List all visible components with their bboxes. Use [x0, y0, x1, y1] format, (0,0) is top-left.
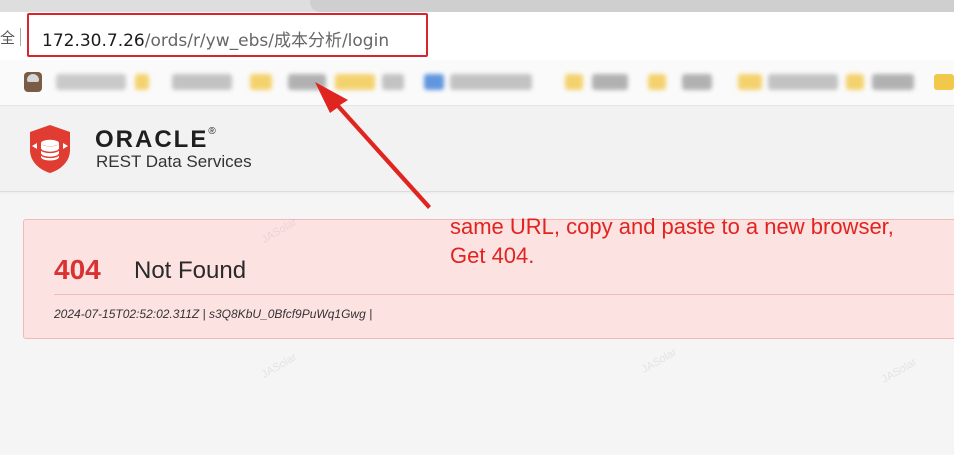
folder-icon[interactable] [846, 74, 864, 90]
tab-strip [0, 0, 954, 12]
annotation-line-1: same URL, copy and paste to a new browse… [450, 214, 894, 239]
error-timestamp-id: 2024-07-15T02:52:02.311Z | s3Q8KbU_0Bfcf… [54, 307, 373, 321]
folder-icon[interactable] [135, 74, 149, 90]
bookmark-item[interactable] [172, 74, 232, 90]
error-code: 404 [54, 254, 101, 285]
folder-icon[interactable] [738, 74, 762, 90]
watermark: JASolar [259, 351, 299, 381]
annotation-note: same URL, copy and paste to a new browse… [450, 212, 894, 270]
product-name: REST Data Services [96, 152, 252, 171]
bookmark-item[interactable] [872, 74, 914, 90]
bookmark-item[interactable] [288, 74, 326, 90]
address-bar-row: 全 172.30.7.26/ords/r/yw_ebs/成本分析/login [0, 12, 954, 60]
oracle-wordmark: ORACLE® [95, 126, 216, 153]
folder-icon[interactable] [648, 74, 666, 90]
url-host: 172.30.7.26 [42, 31, 145, 51]
bookmark-item[interactable] [768, 74, 838, 90]
folder-icon[interactable] [250, 74, 272, 90]
url-text[interactable]: 172.30.7.26/ords/r/yw_ebs/成本分析/login [42, 26, 389, 51]
address-bar-highlight[interactable]: 172.30.7.26/ords/r/yw_ebs/成本分析/login [27, 13, 428, 57]
watermark: JASolar [879, 356, 919, 386]
active-tab[interactable] [310, 0, 954, 12]
ords-shield-logo-icon [30, 125, 70, 173]
site-info-icon[interactable]: 全 [0, 27, 15, 48]
folder-icon[interactable] [335, 74, 375, 90]
bookmark-app-icon[interactable] [424, 74, 444, 90]
folder-icon[interactable] [565, 74, 583, 90]
ords-header: ORACLE® REST Data Services [0, 106, 954, 192]
error-divider [54, 294, 954, 295]
url-path: /ords/r/yw_ebs/成本分析/login [144, 31, 390, 51]
bookmark-item[interactable] [450, 74, 532, 90]
bookmark-item[interactable] [56, 74, 126, 90]
error-message: Not Found [134, 257, 247, 284]
registered-mark: ® [208, 126, 216, 137]
address-separator [20, 28, 21, 46]
annotation-line-2: Get 404. [450, 243, 535, 268]
bookmark-item[interactable] [592, 74, 628, 90]
bookmark-item[interactable] [382, 74, 404, 90]
folder-icon[interactable] [934, 74, 954, 90]
bookmarks-bar [0, 60, 954, 106]
watermark: JASolar [639, 346, 679, 376]
bookmark-avatar-icon[interactable] [24, 72, 42, 92]
bookmark-item[interactable] [682, 74, 712, 90]
